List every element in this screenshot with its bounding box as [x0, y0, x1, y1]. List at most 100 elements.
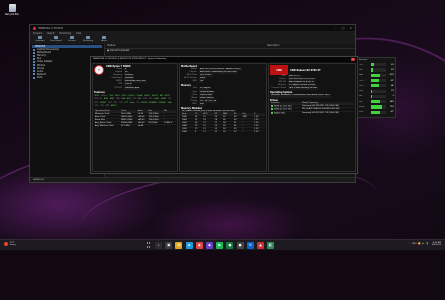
cpu-features: MMX 3DNow! SSE SSE-2 SSE-3 SSSE-3 SSE4A SSE4.1 S… — [94, 94, 176, 108]
hwinfo-app-icon — [33, 26, 36, 30]
taskbar-app-icon[interactable]: ▣ — [165, 241, 173, 249]
memory-field-label: tRFC — [192, 102, 197, 105]
taskbar-app-icon[interactable]: ● — [226, 241, 234, 249]
motherboard-memory-panel: Motherboard Model ASUS ROG STRIX B550-F G… — [179, 63, 267, 172]
motherboard-field-value: Yes — [199, 80, 205, 84]
widget-sensor-bar — [371, 89, 386, 93]
memory-timing-row[interactable]: 1000 9 11 11 22 32-1.20 — [181, 130, 265, 134]
recycle-bin-shortcut[interactable]: Recycle Bin — [4, 4, 20, 16]
sensors-button[interactable]: Sensors — [65, 36, 79, 44]
cpu-feature-flag: CET — [105, 105, 110, 108]
menu-program[interactable]: Program — [33, 32, 42, 35]
weather-widget[interactable]: 77°F Sunny — [4, 242, 16, 247]
sensors-widget[interactable]: Sensors CPU 5% GPU 3% RAM 41% CPU T 42° GPU T 38°… — [357, 57, 396, 118]
cpu-feature-flag: SST — [136, 101, 140, 104]
taskbar-app-icon[interactable]: ◧ — [267, 241, 275, 249]
cpu-field-row: CPU #0 Platform: AM4 — [106, 86, 147, 90]
summary-titlebar[interactable]: HWiNFO64 v7.38-5030 @ ASUS ROG STRIX B55… — [91, 57, 357, 62]
gpu-field-row: Current Clocks GPU 9 MHz Memory 96 MHz — [270, 87, 354, 91]
memory-field-row: tRFC 630 — [181, 102, 265, 107]
cpu-feature-flag: VMX — [142, 98, 147, 101]
drive-row[interactable]: SATA 6 Gb/s Samsung SSD 870 EVO 1TB [1000… — [270, 110, 354, 115]
memory-timing-cell: 1.20 — [253, 130, 265, 134]
clock-date: 4/4/2023 — [432, 244, 441, 247]
widget-sensor-label: Pump — [359, 106, 365, 109]
taskbar-app-icon[interactable]: ▶ — [216, 241, 224, 249]
gpu-name: AMD Radeon RX 6700 XT — [290, 68, 321, 72]
widget-sensor-label: RAM — [359, 74, 364, 77]
taskbar-app-icon[interactable]: ◆ — [206, 241, 213, 249]
widget-sensor-label: Fan — [359, 100, 363, 103]
feature-column-header[interactable]: Feature — [107, 44, 267, 48]
tray-icon[interactable]: 🔊 — [422, 243, 425, 245]
taskbar: 77°F Sunny ⌕ ▣ ▤ ◈ ◉ ◆ ▶ ● ◼ ✉ ▲ ◧ ⌃ ENG 📶 🔊 🔋 8:53 AM … — [0, 239, 445, 250]
memory-module-value: #0 [BANK 0/DIMM_A1]: G.Skill F4-3600C16-… — [181, 110, 237, 114]
widget-sensor-bar-fill — [371, 63, 374, 67]
taskbar-app-icon[interactable]: ⌕ — [155, 241, 163, 249]
monitoring-button[interactable]: Monitoring — [81, 36, 95, 44]
drives-table: Interface Model [Capacity] NVMe 4x 16.0 G… — [270, 101, 354, 115]
widget-title: Sensors — [359, 59, 368, 61]
cpu-feature-flag: SSE4A — [136, 94, 143, 97]
taskbar-app-icon[interactable]: ▲ — [256, 241, 264, 249]
start-button[interactable] — [145, 242, 152, 249]
tray-icon[interactable]: ⌃ — [409, 243, 411, 245]
widget-sensor-value: 3% — [391, 68, 394, 71]
tray-icon[interactable]: 🔋 — [426, 243, 429, 245]
cpu-feature-flag: ADX — [126, 98, 131, 101]
widget-sensor-bar — [371, 68, 386, 72]
menu-report[interactable]: Report — [47, 32, 54, 35]
cpu-feature-flag: RDSEED — [158, 101, 167, 104]
drive-status-icon — [271, 111, 273, 114]
operating-point-cell: - — [147, 123, 163, 127]
taskbar-app-icon[interactable]: ✉ — [246, 241, 254, 249]
summary-button[interactable]: Summary — [33, 36, 47, 44]
cpu-feature-flag: EM64T — [100, 101, 107, 104]
save-report-button[interactable]: Save Report — [49, 36, 63, 44]
menu-monitoring[interactable]: Monitoring — [60, 32, 72, 35]
cpu-feature-flag: SHA — [167, 101, 172, 104]
clock[interactable]: 8:53 AM 4/4/2023 — [432, 242, 441, 247]
cpu-feature-flag: TME — [100, 105, 104, 108]
about-button[interactable]: About — [97, 36, 111, 44]
widget-sensor-label: GPU — [359, 68, 363, 71]
description-column-header[interactable]: Description — [267, 44, 353, 48]
amd-radeon-logo: AMD — [270, 65, 288, 75]
cpu-feature-flag: SGX — [94, 105, 99, 108]
taskbar-app-icon[interactable]: ◉ — [195, 241, 203, 249]
operating-points-table: Operating Point Clock Ratio Bus VID Minimum … — [94, 109, 176, 127]
cpu-feature-flag: FMA — [121, 98, 126, 101]
widget-sensor-bar-fill — [371, 89, 373, 93]
summary-close-icon[interactable]: × — [351, 57, 355, 61]
memory-field-value: 630 — [199, 102, 205, 107]
operating-point-row[interactable]: Avg. Effective Clock 67.5 MHz x0.68- - — [94, 123, 176, 127]
cpu-panel: 7 AMD Ryzen 7 5800X Cores 8 Logical 16 Stepp… — [92, 63, 178, 172]
menu-help[interactable]: Help — [76, 32, 81, 35]
cpu-feature-flag: ABM — [110, 98, 115, 101]
cpu-feature-flag: AVX-512 — [94, 98, 103, 101]
widget-sensor-bar — [371, 110, 386, 114]
widget-sensor-label: GPU T — [359, 84, 365, 87]
tray-icon[interactable]: ENG — [412, 243, 416, 245]
widget-sensor-bar — [371, 94, 386, 99]
sensors-button-label: Sensors — [68, 39, 76, 42]
cpu-feature-flag: XOP — [132, 98, 136, 101]
cpu-feature-flag: SSE-2 — [114, 94, 120, 97]
taskbar-app-icon[interactable]: ▤ — [175, 241, 183, 249]
sun-icon — [4, 242, 8, 246]
tray-icon[interactable]: 📶 — [418, 243, 421, 245]
memory-timing-table: Freq CL RCD RP RAS RC Ext. V 1800 16 19 19 39 58 XMP 1… — [181, 113, 265, 134]
close-icon[interactable]: × — [349, 26, 352, 30]
memory-timing-cell: - — [241, 130, 254, 134]
taskbar-app-icon[interactable]: ◈ — [185, 241, 193, 249]
details-row[interactable]: ▣ Current Computer — [105, 49, 355, 53]
cpu-feature-flag: RDRAND — [149, 101, 157, 104]
widget-rows: CPU 5% GPU 3% RAM 41% CPU T 42° GPU T 38° Disk 1% Ne… — [359, 62, 394, 115]
minimize-icon[interactable]: – — [335, 26, 337, 30]
monitoring-button-label: Monitoring — [82, 39, 94, 42]
widget-sensor-bar — [371, 78, 386, 83]
summary-button-label: Summary — [35, 39, 45, 42]
taskbar-app-icon[interactable]: ◼ — [236, 241, 244, 249]
memory-timing-cell: 11 — [202, 130, 214, 134]
maximize-icon[interactable]: □ — [342, 26, 345, 30]
